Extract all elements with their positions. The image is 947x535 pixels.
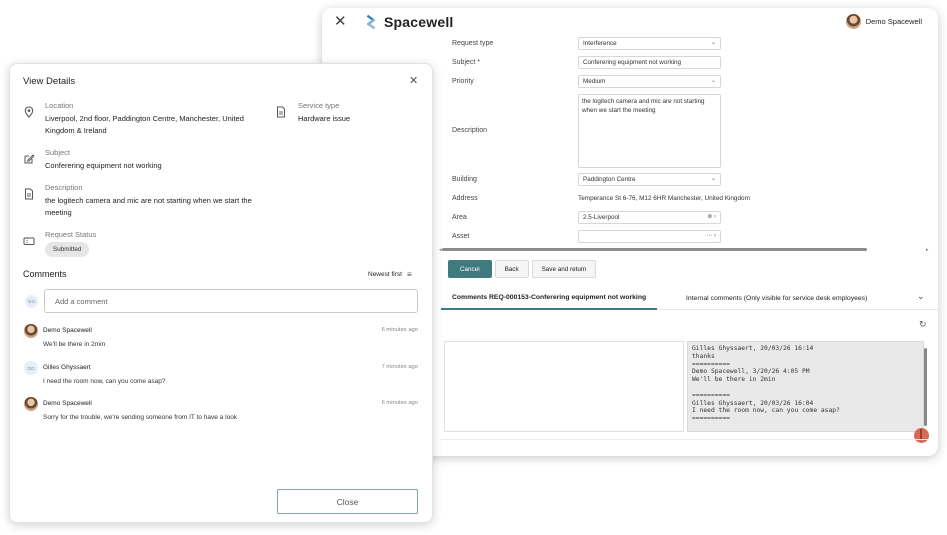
chevron-down-icon: ⌄ [710, 40, 716, 46]
close-button[interactable]: Close [277, 489, 418, 514]
view-details-panel: View Details ✕ Location Liverpool, 2nd f… [9, 63, 433, 523]
comment-log-line [692, 384, 919, 392]
comment-author: Demo Spacewell [43, 327, 92, 334]
service-type-value: Hardware issue [298, 114, 351, 123]
priority-select[interactable]: Medium ⌄ [578, 75, 721, 88]
ticket-icon [23, 237, 35, 245]
subject-label: Subject [45, 148, 71, 157]
chevron-down-icon: ⌄ [710, 78, 716, 84]
spacewell-logo-icon [366, 14, 376, 30]
avatar [845, 14, 861, 29]
request-status-label: Request Status [45, 230, 97, 239]
cancel-button[interactable]: Cancel [448, 260, 492, 278]
comment-log-line: Demo Spacewell, 3/20/26 4:05 PM [692, 368, 810, 376]
comment-timestamp: 6 minutes ago [381, 327, 418, 333]
location-label: Location [45, 101, 74, 110]
close-icon[interactable]: ✕ [409, 74, 418, 87]
filter-icon: ≡ [406, 270, 412, 279]
comment-text: I need the room now, can you come asap? [43, 378, 166, 385]
subject-input[interactable]: Conferering equipment not working [578, 56, 721, 69]
asset-lookup[interactable]: ⋯ › [578, 230, 721, 243]
action-buttons: Cancel Back Save and return [448, 260, 597, 278]
priority-value: Medium [583, 78, 606, 85]
vertical-scrollbar[interactable] [924, 348, 927, 426]
subject-label: Subject * [452, 59, 481, 66]
priority-label: Priority [452, 78, 474, 85]
divider [441, 439, 929, 440]
comment-log-line: Gilles Ghyssaert, 20/03/26 16:04 [692, 399, 814, 407]
comments-heading: Comments [23, 269, 67, 279]
comment-log-line: Gilles Ghyssaert, 20/03/26 16:14 [692, 345, 814, 352]
user-name: Demo Spacewell [865, 17, 922, 26]
comment-tabs: Comments REQ-000153-Conferering equipmen… [441, 286, 938, 310]
service-type-label: Service type [298, 101, 340, 110]
description-label: Description [45, 183, 83, 192]
comment-author: Demo Spacewell [43, 400, 92, 407]
user-menu[interactable]: Demo Spacewell [845, 14, 922, 29]
back-button[interactable]: Back [494, 260, 529, 278]
building-value: Paddington Centre [583, 176, 636, 183]
area-lookup[interactable]: 2.5-Liverpool ⊗ › [578, 211, 721, 224]
horizontal-scrollbar[interactable] [442, 248, 867, 251]
sort-dropdown[interactable]: Newest first ≡ [368, 270, 412, 279]
sort-label: Newest first [368, 271, 402, 278]
tab-internal-comments[interactable]: Internal comments (Only visible for serv… [686, 286, 867, 310]
refresh-icon[interactable]: ↻ [919, 319, 927, 330]
location-pin-icon [24, 106, 34, 118]
add-comment-input[interactable]: Add a comment [44, 289, 418, 313]
comment-timestamp: 7 minutes ago [381, 364, 418, 370]
comment-log-line: thanks [692, 352, 715, 360]
app-header: ✕ Spacewell Demo Spacewell [322, 8, 938, 36]
tab-comments[interactable]: Comments REQ-000153-Conferering equipmen… [441, 286, 658, 310]
status-badge: Submitted [45, 242, 90, 257]
save-and-return-button[interactable]: Save and return [531, 260, 597, 278]
comment-log-line: We'll be there in 2min [692, 376, 776, 384]
document-icon [25, 188, 33, 200]
avatar: GG [25, 295, 38, 308]
comment-timestamp: 6 minutes ago [381, 400, 418, 406]
comment-log-line: ========== [692, 415, 730, 423]
brand-name: Spacewell [384, 14, 454, 30]
document-icon [277, 106, 285, 118]
comment-text: We'll be there in 2min [43, 341, 106, 348]
window-close-icon[interactable]: ✕ [334, 14, 347, 30]
chevron-down-icon: ⋯ › [706, 233, 716, 239]
chevron-down-icon: ⌄ [710, 176, 716, 182]
description-value: the logitech camera and mic are not star… [45, 196, 252, 217]
location-value: Liverpool, 2nd floor, Paddington Centre,… [45, 114, 244, 135]
comment-author: Gilles Ghyssaert [43, 364, 91, 371]
comment-text: Sorry for the trouble, we're sending som… [43, 414, 238, 421]
avatar: GG [24, 361, 38, 375]
area-label: Area [452, 214, 467, 221]
address-value: Temperance St 6-76, M12 6HR Manchester, … [578, 195, 750, 202]
asset-label: Asset [452, 233, 470, 240]
comment-history: Gilles Ghyssaert, 20/03/26 16:14 thanks ==… [687, 341, 924, 432]
edit-icon [24, 154, 35, 164]
avatar [24, 324, 38, 338]
request-type-label: Request type [452, 40, 494, 47]
building-label: Building [452, 176, 477, 183]
subject-value: Conferering equipment not working [45, 161, 162, 170]
request-type-select[interactable]: Interference ⌄ [578, 37, 721, 50]
building-select[interactable]: Paddington Centre ⌄ [578, 173, 721, 186]
comment-log-line: ========== [692, 360, 730, 368]
request-type-value: Interference [583, 40, 617, 47]
clear-icon[interactable]: ⊗ › [707, 213, 716, 220]
description-textarea[interactable]: the logitech camera and mic are not star… [578, 94, 721, 168]
comment-log-line: I need the room now, can you come asap? [692, 407, 840, 415]
address-label: Address [452, 195, 478, 202]
avatar [24, 397, 38, 411]
comment-log-line: ========== [692, 391, 730, 399]
comment-textarea[interactable] [444, 341, 684, 432]
panel-title: View Details [23, 76, 76, 87]
description-label: Description [452, 127, 488, 134]
subject-value: Conferering equipment not working [583, 59, 682, 66]
area-value: 2.5-Liverpool [583, 214, 620, 221]
scroll-right-icon[interactable]: ▸ [926, 247, 929, 253]
chevron-down-icon[interactable]: ⌄ [917, 291, 925, 302]
